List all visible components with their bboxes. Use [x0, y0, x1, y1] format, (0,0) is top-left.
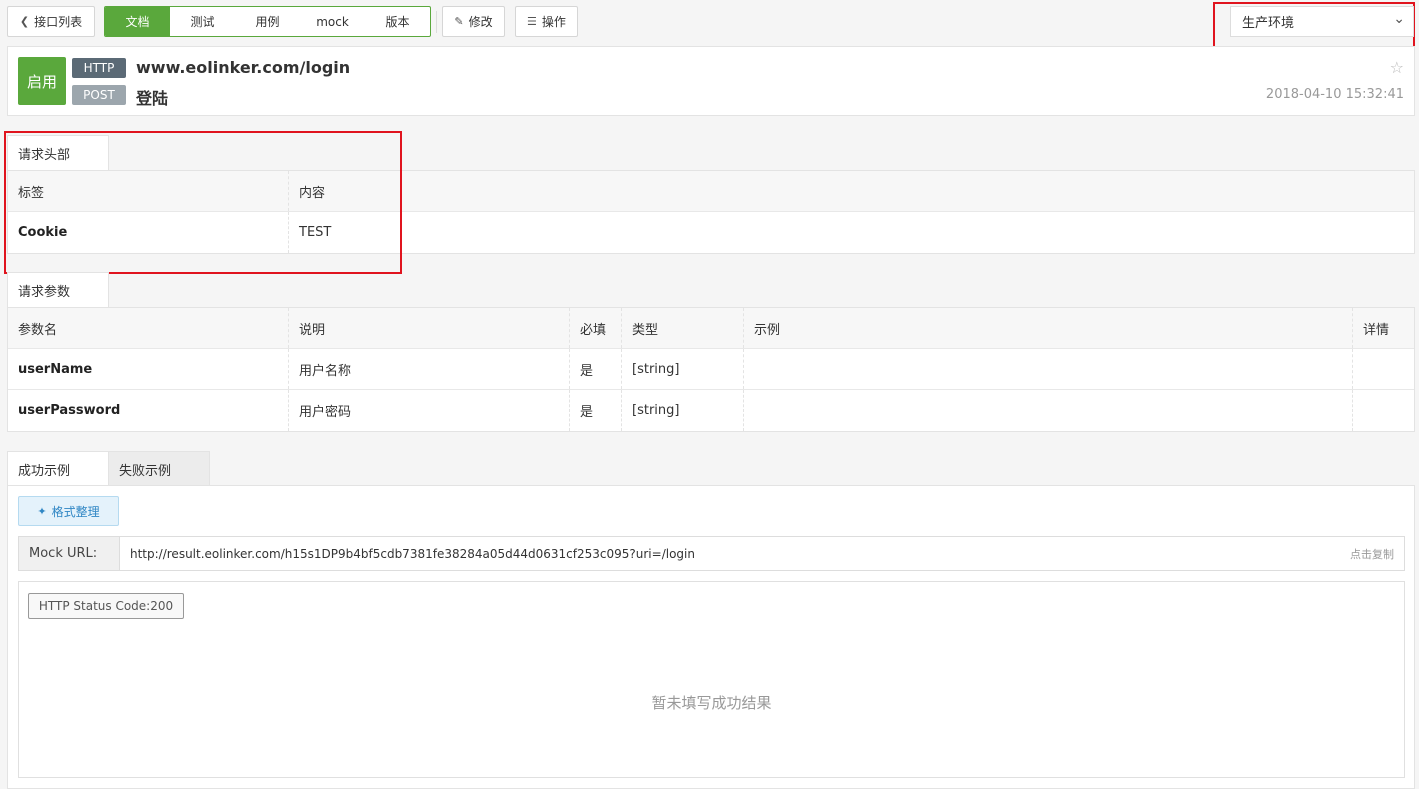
view-tabs: 文档 测试 用例 mock 版本: [104, 6, 431, 37]
status-badge: 启用: [18, 57, 66, 105]
param-type-cell: [string]: [622, 349, 744, 389]
request-params-table: 参数名 说明 必填 类型 示例 详情 userName 用户名称 是 [stri…: [7, 307, 1415, 432]
table-row: userName 用户名称 是 [string]: [8, 349, 1414, 390]
tab-doc[interactable]: 文档: [105, 7, 170, 36]
magic-wand-icon: ✦: [37, 504, 47, 518]
param-detail-cell: [1353, 390, 1414, 431]
param-desc-cell: 用户密码: [289, 390, 570, 431]
tab-request-params[interactable]: 请求参数: [7, 272, 109, 308]
method-badge: POST: [72, 85, 126, 105]
tab-test[interactable]: 测试: [170, 7, 235, 36]
api-header-card: 启用 HTTP POST www.eolinker.com/login 登陆 ☆…: [7, 46, 1415, 116]
status-code-badge: HTTP Status Code:200: [28, 593, 184, 619]
column-header: 必填: [570, 308, 622, 348]
column-header: 内容: [299, 185, 326, 201]
edit-icon: ✎: [454, 15, 464, 28]
format-button-label: 格式整理: [51, 504, 100, 519]
column-header: 参数名: [8, 308, 289, 348]
header-content-cell: TEST: [299, 225, 332, 240]
tab-success-example[interactable]: 成功示例: [7, 451, 109, 486]
protocol-badge: HTTP: [72, 58, 126, 78]
tab-version[interactable]: 版本: [365, 7, 430, 36]
tab-cases[interactable]: 用例: [235, 7, 300, 36]
api-date: 2018-04-10 15:32:41: [1265, 87, 1404, 102]
param-type-cell: [string]: [622, 390, 744, 431]
param-example-cell: [744, 390, 1353, 431]
toolbar-divider: [436, 10, 437, 33]
param-required-cell: 是: [570, 390, 622, 431]
menu-icon: ☰: [527, 15, 537, 28]
star-icon[interactable]: ☆: [1390, 58, 1404, 77]
copy-button[interactable]: 点击复制: [1334, 537, 1404, 570]
result-code-area: HTTP Status Code:200 暂未填写成功结果: [18, 581, 1405, 778]
param-example-cell: [744, 349, 1353, 389]
operate-button-label: 操作: [541, 15, 566, 29]
edit-button-label: 修改: [468, 15, 493, 29]
headers-highlight-box: [4, 131, 402, 274]
mock-url-row: Mock URL: http://result.eolinker.com/h15…: [18, 536, 1405, 571]
chevron-down-icon: ⌄: [1393, 11, 1405, 27]
column-header: 详情: [1363, 322, 1390, 338]
table-header-row: 参数名 说明 必填 类型 示例 详情: [8, 308, 1414, 349]
column-header: 说明: [289, 308, 570, 348]
param-required-cell: 是: [570, 349, 622, 389]
table-row: userPassword 用户密码 是 [string]: [8, 390, 1414, 431]
tab-failure-example[interactable]: 失败示例: [108, 451, 210, 486]
back-to-list-button[interactable]: ❮ 接口列表: [7, 6, 95, 37]
param-name-cell: userName: [8, 349, 289, 389]
format-button[interactable]: ✦ 格式整理: [18, 496, 119, 526]
operate-button[interactable]: ☰ 操作: [515, 6, 578, 37]
back-button-label: 接口列表: [34, 15, 83, 29]
column-header: 类型: [622, 308, 744, 348]
environment-value: 生产环境: [1242, 16, 1295, 31]
environment-select[interactable]: 生产环境 ⌄: [1230, 6, 1414, 37]
mock-url-label: Mock URL:: [19, 537, 120, 570]
toolbar: ❮ 接口列表 文档 测试 用例 mock 版本 ✎ 修改 ☰ 操作: [7, 6, 578, 37]
edit-button[interactable]: ✎ 修改: [442, 6, 505, 37]
tab-mock[interactable]: mock: [300, 7, 365, 36]
api-name: 登陆: [136, 89, 169, 108]
empty-result-text: 暂未填写成功结果: [651, 694, 772, 712]
column-header: 示例: [744, 308, 1353, 348]
param-detail-cell: [1353, 349, 1414, 389]
mock-url-value[interactable]: http://result.eolinker.com/h15s1DP9b4bf5…: [120, 537, 1334, 570]
param-desc-cell: 用户名称: [289, 349, 570, 389]
api-url: www.eolinker.com/login: [136, 58, 351, 77]
result-card: ✦ 格式整理 Mock URL: http://result.eolinker.…: [7, 485, 1415, 789]
param-name-cell: userPassword: [8, 390, 289, 431]
chevron-left-icon: ❮: [19, 15, 30, 28]
